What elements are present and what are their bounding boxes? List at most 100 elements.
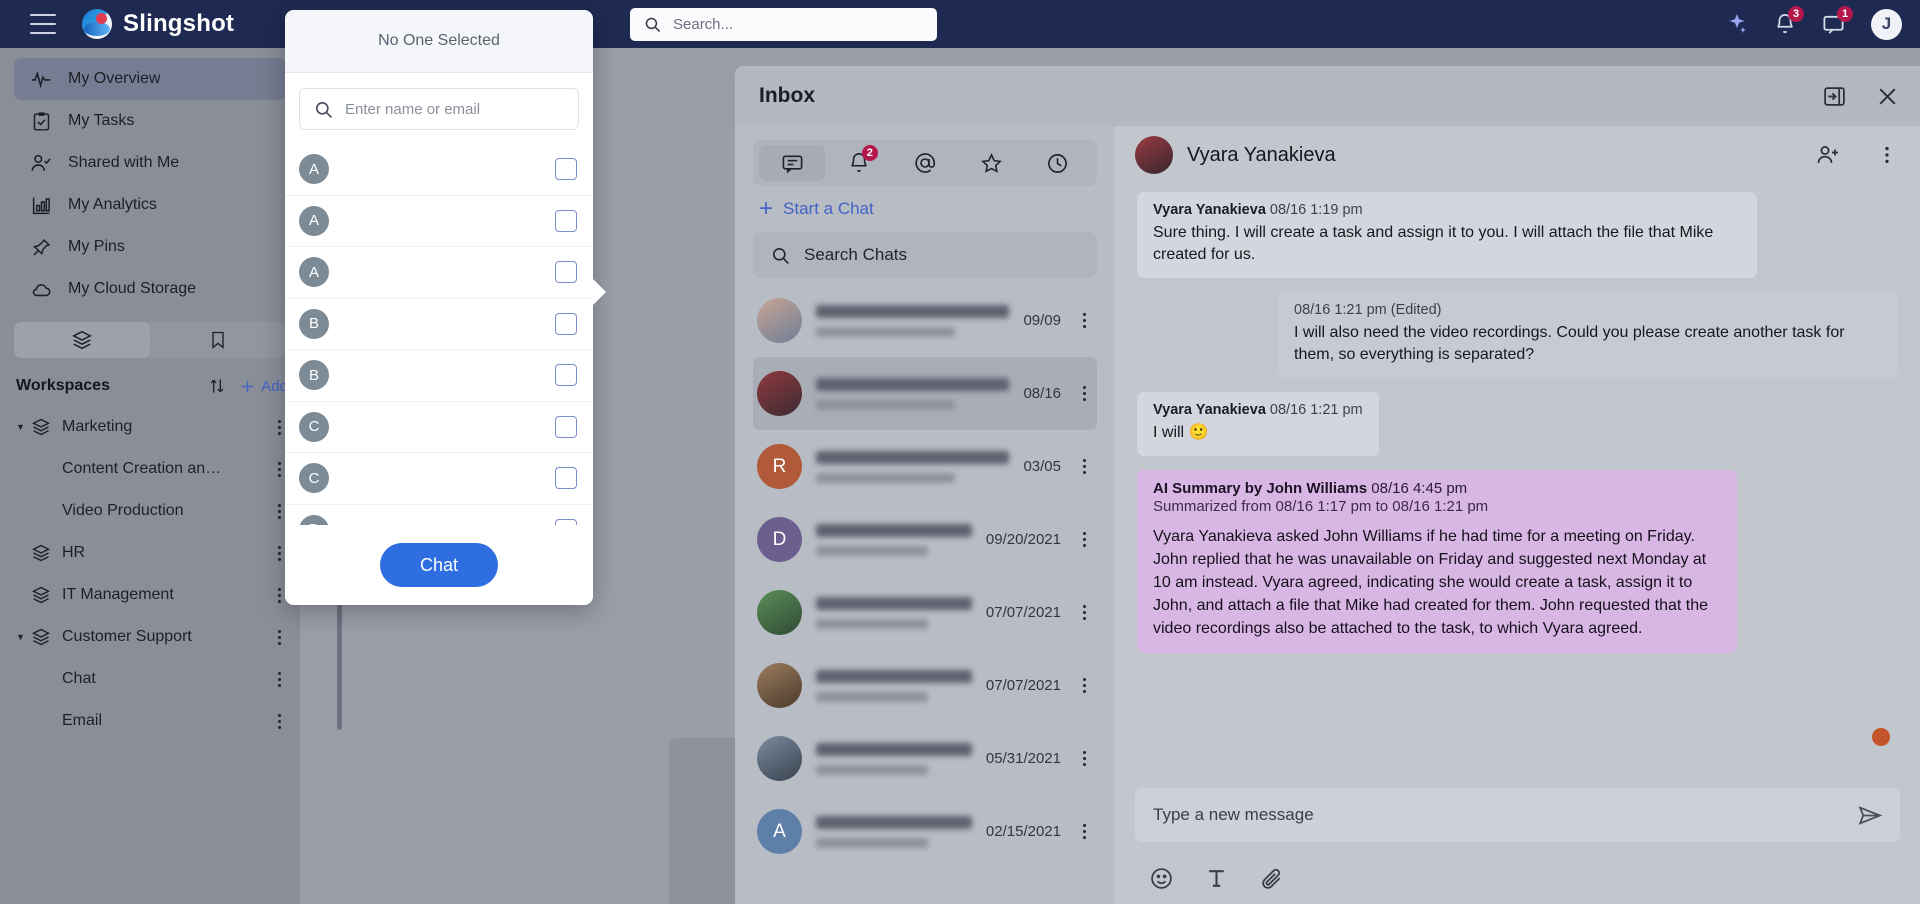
person-row[interactable]: B xyxy=(285,350,593,402)
more-vertical-icon[interactable] xyxy=(1075,386,1093,401)
pin-icon xyxy=(30,236,52,258)
person-row[interactable]: A xyxy=(285,247,593,299)
person-row[interactable]: B xyxy=(285,299,593,350)
chat-item-preview-redacted xyxy=(816,326,956,337)
chevron-down-icon[interactable]: ▼ xyxy=(16,422,30,432)
message-text: I will also need the video recordings. C… xyxy=(1294,324,1845,364)
ai-sparkle-icon[interactable] xyxy=(1724,12,1748,36)
search-chats-input[interactable]: Search Chats xyxy=(753,232,1097,278)
chat-list-item[interactable]: 07/07/2021 xyxy=(753,649,1097,722)
chat-item-text xyxy=(816,450,1010,483)
workspace-row-marketing[interactable]: ▼ Marketing xyxy=(0,406,300,448)
chat-button[interactable]: Chat xyxy=(380,543,498,587)
workspace-row-video-production[interactable]: Video Production xyxy=(0,490,300,532)
emoji-icon[interactable] xyxy=(1149,866,1174,891)
person-add-icon[interactable] xyxy=(1816,143,1840,167)
notifications-bell-icon[interactable]: 3 xyxy=(1774,6,1804,35)
person-row[interactable]: C xyxy=(285,402,593,453)
send-icon[interactable] xyxy=(1857,803,1882,828)
chat-list-item[interactable]: R 03/05 xyxy=(753,430,1097,503)
message-list: Vyara Yanakieva 08/16 1:19 pm Sure thing… xyxy=(1115,184,1920,788)
person-checkbox[interactable] xyxy=(555,312,577,335)
chat-item-preview-redacted xyxy=(816,545,929,556)
more-vertical-icon[interactable] xyxy=(1075,824,1093,839)
more-vertical-icon[interactable] xyxy=(1876,144,1898,166)
brand-logo-group[interactable]: Slingshot xyxy=(82,9,234,39)
person-row[interactable]: A xyxy=(285,144,593,196)
sidebar-item-my-cloud-storage[interactable]: My Cloud Storage xyxy=(14,268,286,310)
person-checkbox[interactable] xyxy=(555,209,577,232)
star-icon xyxy=(981,152,1002,173)
more-vertical-icon[interactable] xyxy=(1075,459,1093,474)
chat-list-item[interactable]: D 09/20/2021 xyxy=(753,503,1097,576)
start-a-chat-button[interactable]: + Start a Chat xyxy=(753,186,1097,232)
add-workspace-button[interactable]: Add xyxy=(239,378,288,395)
text-format-icon[interactable] xyxy=(1204,866,1229,891)
more-vertical-icon[interactable] xyxy=(1075,532,1093,547)
sidebar-item-my-pins[interactable]: My Pins xyxy=(14,226,286,268)
sort-arrows-icon[interactable] xyxy=(207,376,227,396)
tab-chats[interactable] xyxy=(759,145,826,181)
chevron-down-icon[interactable]: ▼ xyxy=(16,632,30,642)
sidebar-item-shared-with-me[interactable]: Shared with Me xyxy=(14,142,286,184)
attachment-icon[interactable] xyxy=(1259,866,1284,891)
ai-summary-bubble[interactable]: AI Summary by John Williams 08/16 4:45 p… xyxy=(1137,470,1737,653)
more-vertical-icon[interactable] xyxy=(270,671,288,687)
more-vertical-icon[interactable] xyxy=(270,713,288,729)
person-checkbox[interactable] xyxy=(555,467,577,490)
modal-title: No One Selected xyxy=(378,32,500,49)
chat-list-item[interactable]: A 02/15/2021 xyxy=(753,795,1097,868)
message-composer[interactable]: Type a new message xyxy=(1135,788,1900,842)
user-avatar[interactable]: J xyxy=(1871,8,1902,40)
more-vertical-icon[interactable] xyxy=(270,629,288,645)
tab-notifications[interactable]: 2 xyxy=(825,145,891,181)
segment-workspaces[interactable] xyxy=(14,322,150,358)
messages-icon[interactable]: 1 xyxy=(1822,5,1853,36)
message-bubble[interactable]: Vyara Yanakieva 08/16 1:19 pm Sure thing… xyxy=(1137,192,1757,279)
layers-icon xyxy=(71,329,93,351)
close-icon[interactable] xyxy=(1875,84,1900,109)
global-search-input[interactable]: Search... xyxy=(630,8,937,41)
message-bubble[interactable]: 08/16 1:21 pm (Edited) I will also need … xyxy=(1278,292,1898,379)
person-row[interactable]: A xyxy=(285,196,593,247)
chat-item-name-redacted xyxy=(816,742,972,756)
more-vertical-icon[interactable] xyxy=(1075,313,1093,328)
more-vertical-icon[interactable] xyxy=(1075,751,1093,766)
message-bubble[interactable]: Vyara Yanakieva 08/16 1:21 pm I will 🙂 xyxy=(1137,392,1379,457)
workspace-row-email[interactable]: Email xyxy=(0,700,300,742)
sidebar-item-my-overview[interactable]: My Overview xyxy=(14,58,286,100)
person-checkbox[interactable] xyxy=(555,158,577,181)
person-row[interactable]: C xyxy=(285,453,593,505)
people-search-input[interactable]: Enter name or email xyxy=(299,88,579,130)
sidebar-item-my-analytics[interactable]: My Analytics xyxy=(14,184,286,226)
tab-starred[interactable] xyxy=(958,145,1024,181)
panel-collapse-icon[interactable] xyxy=(1822,84,1847,109)
avatar xyxy=(1135,136,1173,174)
hamburger-icon[interactable] xyxy=(30,14,56,34)
people-search-placeholder: Enter name or email xyxy=(345,100,481,118)
chat-list-item[interactable]: 08/16 xyxy=(753,357,1097,430)
more-vertical-icon[interactable] xyxy=(1075,605,1093,620)
workspace-row-chat[interactable]: Chat xyxy=(0,658,300,700)
workspace-row-hr[interactable]: HR xyxy=(0,532,300,574)
person-checkbox[interactable] xyxy=(555,415,577,438)
chat-list-item[interactable]: 07/07/2021 xyxy=(753,576,1097,649)
workspace-row-content-creation[interactable]: Content Creation an… xyxy=(0,448,300,490)
workspace-row-it-management[interactable]: IT Management xyxy=(0,574,300,616)
workspace-label: Chat xyxy=(62,670,96,687)
workspace-row-customer-support[interactable]: ▼ Customer Support xyxy=(0,616,300,658)
clipboard-check-icon xyxy=(30,110,52,132)
sidebar-item-my-tasks[interactable]: My Tasks xyxy=(14,100,286,142)
person-checkbox[interactable] xyxy=(555,364,577,387)
person-row[interactable]: D xyxy=(285,505,593,525)
more-vertical-icon[interactable] xyxy=(1075,678,1093,693)
chat-list-item[interactable]: 09/09 xyxy=(753,284,1097,357)
tab-recent[interactable] xyxy=(1025,145,1091,181)
chat-list-item[interactable]: 05/31/2021 xyxy=(753,722,1097,795)
tab-mentions[interactable] xyxy=(892,145,958,181)
composer-toolbar xyxy=(1115,852,1920,904)
chat-item-preview-redacted xyxy=(816,472,956,483)
segment-bookmarks[interactable] xyxy=(150,322,286,358)
person-checkbox[interactable] xyxy=(555,261,577,284)
avatar: A xyxy=(299,154,329,185)
